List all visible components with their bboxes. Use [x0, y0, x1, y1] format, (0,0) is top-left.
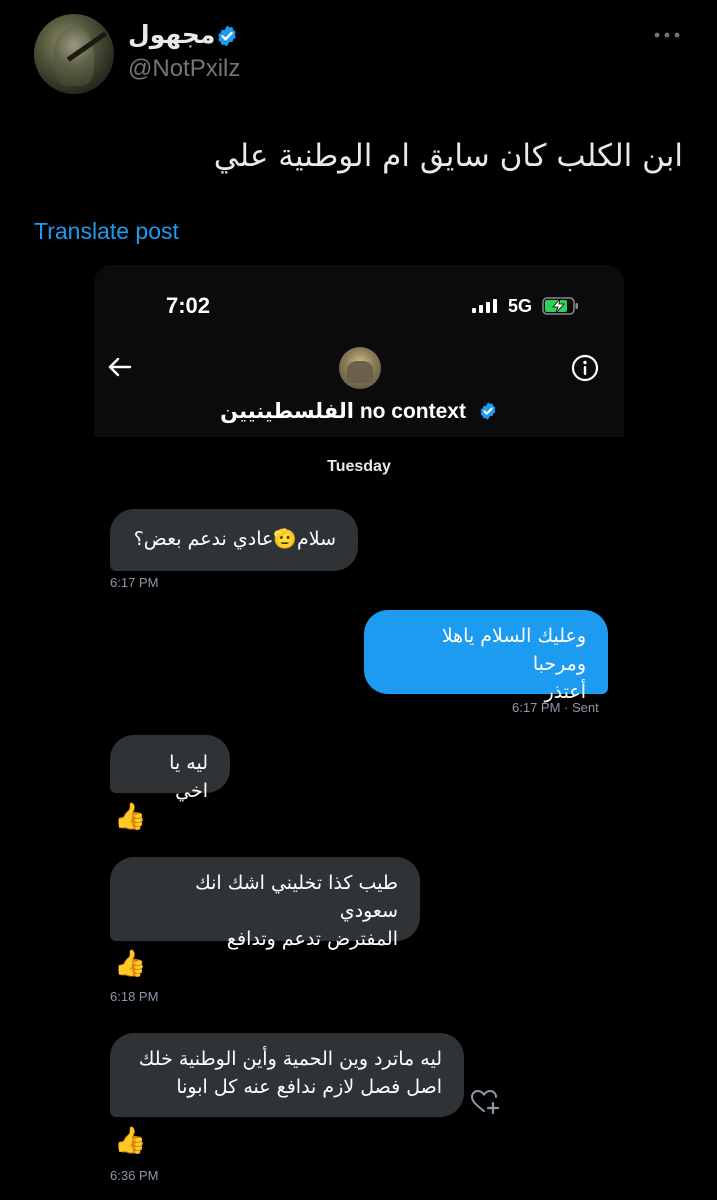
translate-post-link[interactable]: Translate post: [34, 218, 179, 245]
message-text-line: اصل فصل لازم ندافع عنه كل ابونا: [176, 1076, 442, 1098]
network-label: 5G: [508, 296, 533, 316]
battery-charging-icon: [542, 297, 578, 315]
thumbs-up-reaction: 👍: [114, 948, 147, 978]
message-status: · Sent: [564, 700, 599, 715]
thumbs-up-reaction: 👍: [114, 1125, 147, 1155]
message-text: سلام🫡عادي ندعم بعض؟: [133, 528, 336, 550]
add-reaction-icon[interactable]: [470, 1089, 500, 1115]
screenshot-header: 7:02 5G الفلسطينيين no context: [94, 265, 624, 437]
message-bubble-outgoing[interactable]: وعليك السلام ياهلا ومرحبا أعتذر: [364, 610, 608, 703]
author-handle[interactable]: @NotPxilz: [128, 55, 240, 83]
message-bubble-incoming[interactable]: ليه يا اخي: [110, 735, 230, 802]
conversation-name-suffix: no context: [359, 400, 466, 423]
message-timestamp: 6:18 PM: [110, 989, 159, 1004]
message-text-line: وعليك السلام ياهلا ومرحبا: [441, 625, 586, 675]
author-avatar[interactable]: [34, 14, 114, 94]
message-text-line: المفترض تدعم وتدافع: [226, 928, 398, 950]
message-timestamp: 6:17 PM · Sent: [512, 700, 599, 715]
message-bubble-incoming[interactable]: طيب كذا تخليني اشك انك سعودي المفترض تدع…: [110, 857, 420, 950]
message-time: 6:17 PM: [512, 700, 561, 715]
message-timestamp: 6:17 PM: [110, 575, 159, 590]
message-timestamp: 6:36 PM: [110, 1168, 159, 1183]
day-separator: Tuesday: [327, 458, 391, 475]
thumbs-up-reaction: 👍: [114, 801, 147, 831]
more-options-icon[interactable]: [652, 26, 682, 44]
author-display-name[interactable]: مجهول: [128, 20, 215, 49]
verified-badge-icon: [480, 402, 496, 420]
message-bubble-incoming[interactable]: سلام🫡عادي ندعم بعض؟: [110, 509, 358, 571]
message-text-line: ليه ماترد وين الحمية وأين الوطنية خلك: [138, 1048, 442, 1070]
conversation-avatar[interactable]: [339, 347, 381, 389]
info-icon[interactable]: [570, 353, 600, 383]
back-arrow-icon[interactable]: [106, 353, 134, 381]
attached-screenshot[interactable]: 7:02 5G الفلسطينيين no context Tuesday س…: [94, 265, 624, 1200]
message-bubble-incoming[interactable]: ليه ماترد وين الحمية وأين الوطنية خلك اص…: [110, 1033, 464, 1117]
status-time: 7:02: [166, 293, 211, 318]
post-text: ابن الكلب كان سايق ام الوطنية علي: [213, 138, 683, 174]
conversation-name: الفلسطينيين: [220, 399, 354, 423]
signal-icon: [472, 299, 497, 313]
message-text: ليه يا اخي: [169, 752, 208, 802]
verified-badge-icon: [218, 25, 236, 47]
conversation-title[interactable]: الفلسطينيين no context: [94, 399, 624, 424]
message-text-line: طيب كذا تخليني اشك انك سعودي: [195, 872, 398, 922]
